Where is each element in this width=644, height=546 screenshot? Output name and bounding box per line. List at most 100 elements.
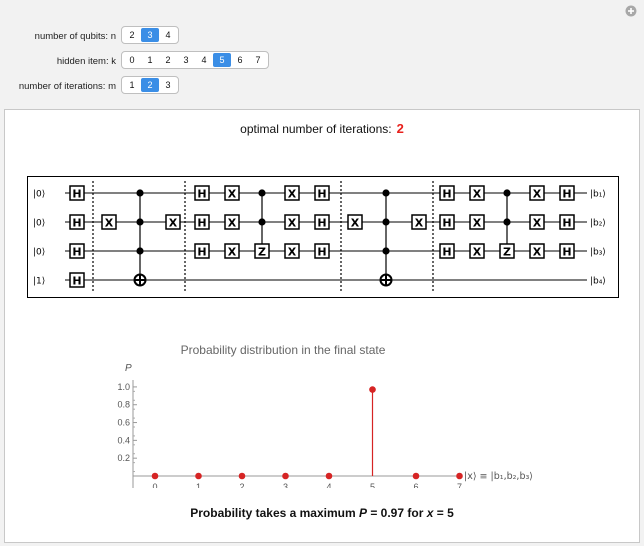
hidden-item-option-7[interactable]: 7 [249,53,267,67]
svg-text:X: X [351,217,360,230]
data-point [238,472,246,480]
svg-text:X: X [533,246,542,259]
hidden-item-option-2[interactable]: 2 [159,53,177,67]
data-point [282,472,289,480]
svg-text:X: X [415,217,424,230]
svg-text:X: X [473,246,482,259]
cnot-target [133,273,147,287]
gate-x: X [469,214,485,230]
y-tick-label: 0.4 [117,435,130,445]
gate-h: H [314,243,330,259]
output-state-2: |b₂⟩ [590,219,606,229]
svg-text:H: H [72,246,81,259]
gate-h: H [69,185,85,201]
input-state-4: |1⟩ [33,277,45,287]
gate-h: H [314,185,330,201]
iterations-option-2[interactable]: 2 [141,78,159,92]
gate-z: Z [254,243,270,259]
gate-h: H [559,243,575,259]
cnot-target [379,273,393,287]
y-tick-label: 0.6 [117,418,130,428]
x-tick-label: 2 [239,482,244,488]
gate-x: X [224,185,240,201]
x-tick-label: 1 [196,482,201,488]
result-eq1: = 0.97 for [367,506,427,520]
svg-text:H: H [197,188,206,201]
data-point [195,472,202,480]
output-panel: optimal number of iterations: 2 |0⟩ |b₁⟩ |0… [4,109,640,543]
gate-x: X [529,185,545,201]
svg-text:H: H [562,246,571,259]
control-dot [382,189,390,197]
svg-text:X: X [533,217,542,230]
hidden-item-option-5[interactable]: 5 [213,53,231,67]
svg-text:H: H [317,246,326,259]
result-p: P [358,506,367,520]
svg-text:H: H [562,188,571,201]
gate-x: X [284,185,300,201]
y-tick-label: 0.8 [117,400,130,410]
probability-chart: Probability distribution in the final st… [117,343,533,488]
hidden-item-option-0[interactable]: 0 [123,53,141,67]
data-point [412,472,420,480]
iterations-option-3[interactable]: 3 [159,78,177,92]
hidden-item-option-1[interactable]: 1 [141,53,159,67]
control-dot [382,247,390,255]
x-tick-label: 4 [326,482,331,488]
svg-text:X: X [228,246,237,259]
qubits-option-2[interactable]: 2 [123,28,141,42]
gate-h: H [194,243,210,259]
optimal-value: 2 [396,121,404,136]
result-text: Probability takes a maximum P = 0.97 for… [5,506,639,520]
control-dot [503,218,511,226]
svg-text:Z: Z [503,246,511,259]
hidden-item-label: hidden item: k [56,56,116,67]
quantum-circuit: |0⟩ |b₁⟩ |0⟩ |b₂⟩ |0⟩ |b₃⟩ |1⟩ |b₄⟩ H H H H X X H H H X X X… [27,176,619,298]
gate-z: Z [499,243,515,259]
hidden-item-option-6[interactable]: 6 [231,53,249,67]
gate-h: H [69,243,85,259]
svg-text:X: X [105,217,114,230]
svg-text:X: X [473,188,482,201]
gate-h: H [559,214,575,230]
x-tick-label: 3 [283,482,288,488]
qubits-option-3[interactable]: 3 [141,28,159,42]
svg-text:X: X [533,188,542,201]
input-state-2: |0⟩ [33,219,45,229]
svg-text:X: X [228,188,237,201]
svg-text:X: X [288,217,297,230]
gate-h: H [439,214,455,230]
x-axis-label: |x⟩ ≡ |b₁,b₂,b₃⟩ [464,471,533,482]
svg-text:Z: Z [258,246,266,259]
gate-x: X [411,214,427,230]
gate-h: H [194,214,210,230]
svg-text:H: H [442,217,451,230]
optimal-iterations: optimal number of iterations: 2 [5,121,639,136]
gate-x: X [529,214,545,230]
x-tick-label: 5 [370,482,375,488]
hidden-item-option-3[interactable]: 3 [177,53,195,67]
data-point [456,472,463,480]
gate-x: X [529,243,545,259]
output-state-1: |b₁⟩ [590,190,606,200]
svg-text:X: X [288,246,297,259]
control-dot [258,218,266,226]
plus-icon[interactable] [625,5,637,17]
hidden-item-setter: 01234567 [121,51,269,69]
iterations-option-1[interactable]: 1 [123,78,141,92]
y-tick-label: 0.2 [117,453,130,463]
gate-x: X [284,243,300,259]
qubits-option-4[interactable]: 4 [159,28,177,42]
qubits-label: number of qubits: n [34,31,116,42]
hidden-item-option-4[interactable]: 4 [195,53,213,67]
gate-h: H [439,185,455,201]
result-eq2: = 5 [433,506,454,520]
y-tick-label: 1.0 [117,382,130,392]
gate-x: X [165,214,181,230]
gate-x: X [224,214,240,230]
gate-x: X [284,214,300,230]
gate-x: X [347,214,363,230]
svg-text:H: H [197,217,206,230]
svg-text:H: H [317,188,326,201]
gate-h: H [194,185,210,201]
